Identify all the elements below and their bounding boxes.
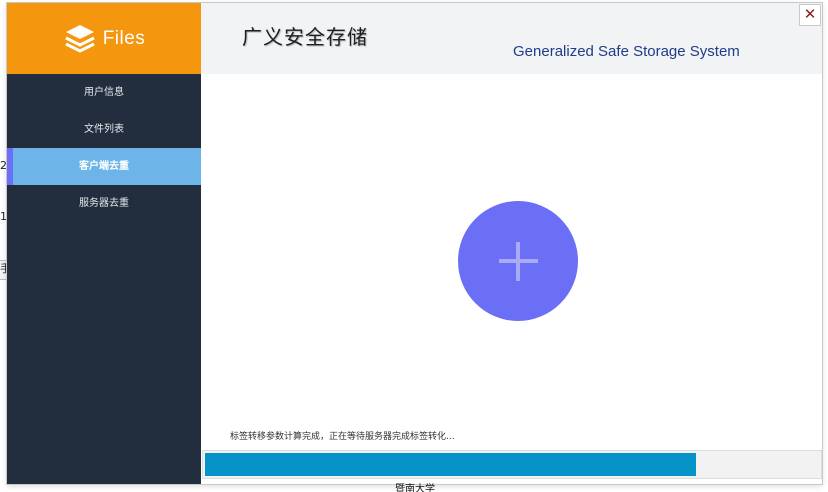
progress-bar [202,450,822,479]
sidebar-item-server-dedup[interactable]: 服务器去重 [7,185,201,222]
status-text: 标签转移参数计算完成，正在等待服务器完成标签转化... [230,432,455,442]
logo-area: Files [7,3,201,74]
sidebar-item-file-list[interactable]: 文件列表 [7,111,201,148]
screen: 2 1( 手 Files 用户信息 文件列表 客户端去重 服务器去重 广义安全存… [0,0,828,492]
plus-icon-vertical-bar [516,242,520,281]
page-subtitle: Generalized Safe Storage System [513,43,740,60]
layers-icon [63,22,97,56]
sidebar-nav: 用户信息 文件列表 客户端去重 服务器去重 [7,74,201,222]
footer-text: 暨南大学 [395,484,435,492]
app-window: Files 用户信息 文件列表 客户端去重 服务器去重 广义安全存储 Gener… [7,3,822,484]
background-fragment: 2 [0,159,7,172]
sidebar-item-client-dedup[interactable]: 客户端去重 [7,148,201,185]
sidebar-item-user-info[interactable]: 用户信息 [7,74,201,111]
progress-fill [205,453,696,476]
close-button[interactable]: ✕ [799,4,821,26]
sidebar: Files 用户信息 文件列表 客户端去重 服务器去重 [7,3,201,484]
main-content: 标签转移参数计算完成，正在等待服务器完成标签转化... [201,74,822,484]
logo-text: Files [102,27,146,49]
add-file-button[interactable] [458,201,578,321]
page-title: 广义安全存储 [242,25,368,49]
header: 广义安全存储 Generalized Safe Storage System ✕ [201,3,822,74]
